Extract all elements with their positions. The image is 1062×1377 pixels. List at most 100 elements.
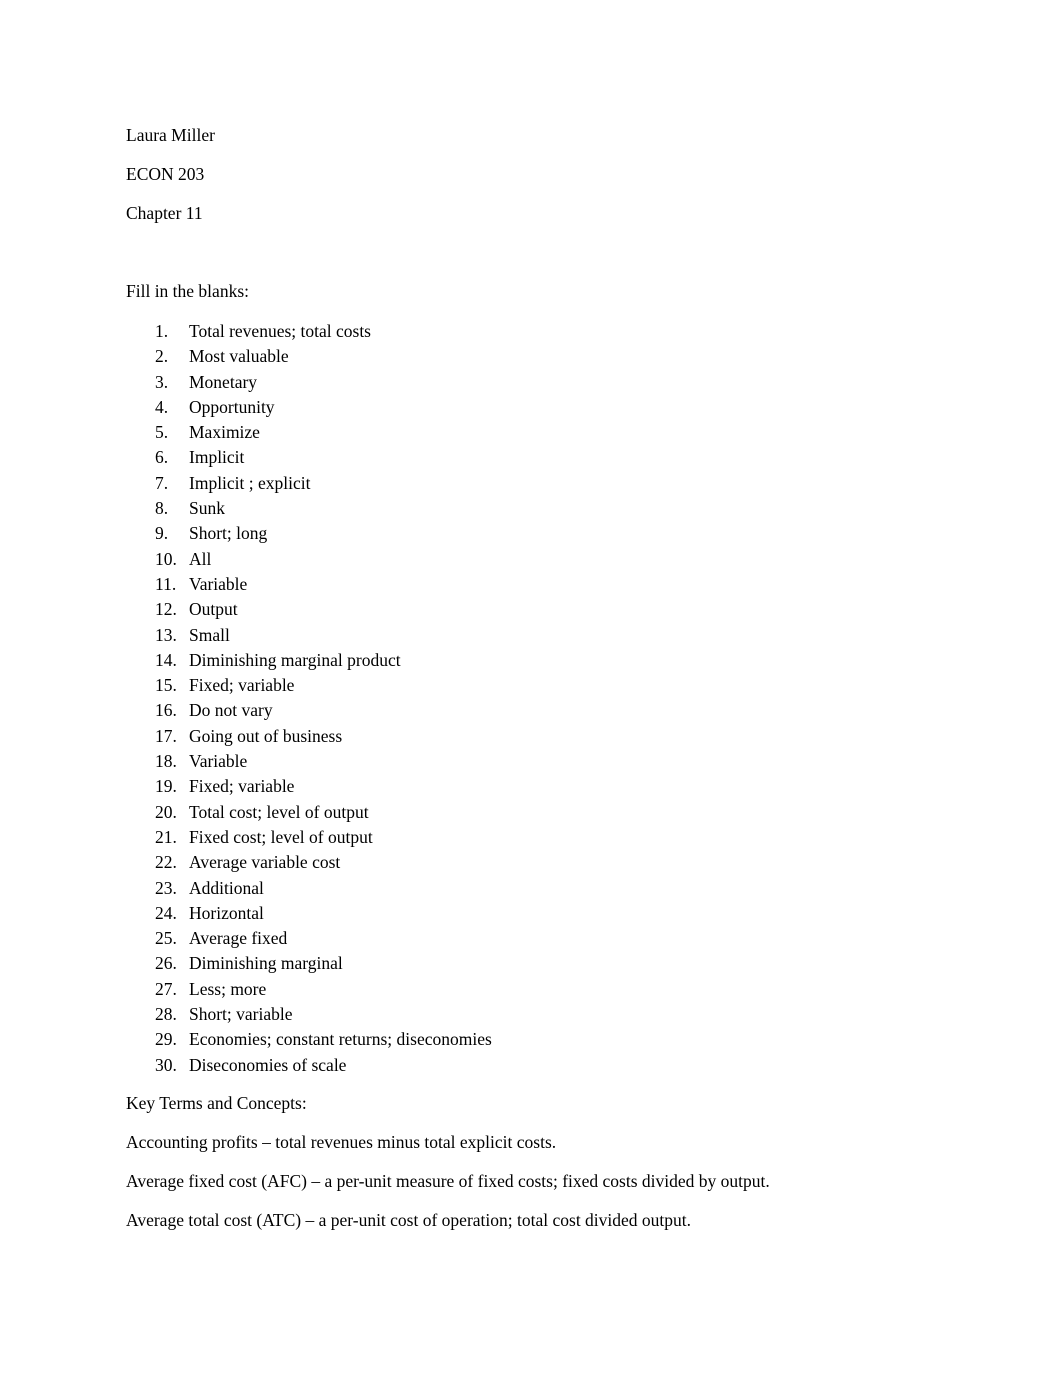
list-item-text: Variable <box>189 573 248 594</box>
list-item-number: 6. <box>155 447 169 468</box>
key-terms-heading: Key Terms and Concepts: <box>126 1092 307 1113</box>
list-item-number: 5. <box>155 422 169 443</box>
list-item: 12. Output <box>126 597 936 622</box>
list-item-text: Small <box>189 624 230 645</box>
list-item-number: 20. <box>155 801 177 822</box>
list-item-number: 28. <box>155 1004 177 1025</box>
list-item-number: 1. <box>155 321 169 341</box>
list-item: 10. All <box>126 547 936 572</box>
list-item: 5. Maximize <box>126 420 936 445</box>
list-bottom-spacer <box>126 1078 936 1092</box>
list-item-text: Less; more <box>189 978 267 999</box>
list-item-text: Short; long <box>189 523 268 544</box>
list-item-number: 21. <box>155 826 177 847</box>
list-item: 8. Sunk <box>126 496 936 521</box>
list-item-number: 4. <box>155 396 169 417</box>
header-block: Laura Miller ECON 203 Chapter 11 <box>126 124 936 224</box>
list-item-number: 27. <box>155 978 177 999</box>
list-item-text: Do not vary <box>189 700 273 721</box>
header-spacer <box>126 241 936 280</box>
list-item-number: 29. <box>155 1029 177 1050</box>
document-page: Laura Miller ECON 203 Chapter 11 Fill in… <box>0 0 1062 1377</box>
list-item-number: 23. <box>155 877 177 898</box>
list-item: 18. Variable <box>126 749 936 774</box>
list-item: 22. Average variable cost <box>126 850 936 875</box>
list-item-number: 12. <box>155 599 177 620</box>
list-item-text: Diminishing marginal <box>189 953 343 974</box>
definition-paragraph: Average fixed cost (AFC) – a per-unit me… <box>126 1170 770 1191</box>
list-item-text: Monetary <box>189 371 258 392</box>
definition-paragraph: Average total cost (ATC) – a per-unit co… <box>126 1209 692 1230</box>
fill-in-the-blanks-heading: Fill in the blanks: <box>126 281 249 301</box>
list-item-text: Short; variable <box>189 1004 293 1025</box>
list-item: 25. Average fixed <box>126 926 936 951</box>
definitions-block: Accounting profits – total revenues minu… <box>126 1131 936 1231</box>
chapter-label: Chapter 11 <box>126 203 203 223</box>
list-item-number: 8. <box>155 498 169 519</box>
list-item-number: 24. <box>155 902 177 923</box>
list-item-number: 18. <box>155 751 177 772</box>
list-item-text: Economies; constant returns; diseconomie… <box>189 1029 492 1050</box>
list-item: 4. Opportunity <box>126 395 936 420</box>
list-item: 19. Fixed; variable <box>126 774 936 799</box>
list-item: 2. Most valuable <box>126 344 936 369</box>
list-item: 17. Going out of business <box>126 724 936 749</box>
list-item-text: Horizontal <box>189 902 264 923</box>
list-item: 9. Short; long <box>126 521 936 546</box>
list-item: 24. Horizontal <box>126 901 936 926</box>
list-item-number: 11. <box>155 573 177 594</box>
list-item-text: Total cost; level of output <box>189 801 369 822</box>
list-item-number: 30. <box>155 1054 177 1075</box>
list-item-text: Going out of business <box>189 725 343 746</box>
list-item-text: Implicit ; explicit <box>189 472 311 493</box>
list-item: 20. Total cost; level of output <box>126 800 936 825</box>
list-item: 14. Diminishing marginal product <box>126 648 936 673</box>
list-item: 1. Total revenues; total costs <box>126 319 936 344</box>
list-item-text: Diminishing marginal product <box>189 649 401 670</box>
list-item-number: 22. <box>155 852 177 873</box>
list-item-text: Most valuable <box>189 346 289 367</box>
list-item: 13. Small <box>126 623 936 648</box>
list-item-text: Opportunity <box>189 396 275 417</box>
list-item-number: 26. <box>155 953 177 974</box>
list-item-text: Output <box>189 599 238 620</box>
list-item-number: 19. <box>155 776 177 797</box>
list-item-text: Fixed; variable <box>189 776 295 797</box>
definition-paragraph: Accounting profits – total revenues minu… <box>126 1131 557 1152</box>
list-item-text: Total revenues; total costs <box>189 321 371 341</box>
list-item: 28. Short; variable <box>126 1002 936 1027</box>
list-item-number: 13. <box>155 624 177 645</box>
list-item-number: 15. <box>155 675 177 696</box>
list-item: 27. Less; more <box>126 977 936 1002</box>
list-item-text: Diseconomies of scale <box>189 1054 347 1075</box>
list-item-number: 25. <box>155 928 177 949</box>
list-item-number: 14. <box>155 649 177 670</box>
list-item-number: 10. <box>155 548 177 569</box>
list-item: 23. Additional <box>126 876 936 901</box>
list-item: 30. Diseconomies of scale <box>126 1053 936 1078</box>
list-item-text: Fixed cost; level of output <box>189 826 373 847</box>
list-item-number: 9. <box>155 523 169 544</box>
list-item-text: Fixed; variable <box>189 675 295 696</box>
list-item: 21. Fixed cost; level of output <box>126 825 936 850</box>
list-item: 16. Do not vary <box>126 698 936 723</box>
author-name: Laura Miller <box>126 125 215 145</box>
list-item: 15. Fixed; variable <box>126 673 936 698</box>
answers-list-block: 1. Total revenues; total costs 2. Most valu… <box>126 319 936 1078</box>
document-body: Laura Miller ECON 203 Chapter 11 Fill in… <box>126 124 936 1248</box>
list-item-number: 16. <box>155 700 177 721</box>
list-item-text: Average variable cost <box>189 852 341 873</box>
list-item-number: 2. <box>155 346 169 367</box>
list-item-text: Additional <box>189 877 264 898</box>
list-item-text: Variable <box>189 751 248 772</box>
list-item: 11. Variable <box>126 572 936 597</box>
list-item: 6. Implicit <box>126 445 936 470</box>
list-item-text: Implicit <box>189 447 245 468</box>
list-item-text: Average fixed <box>189 928 288 949</box>
list-item-text: All <box>189 548 212 569</box>
course-code: ECON 203 <box>126 164 205 184</box>
list-item-number: 3. <box>155 371 169 392</box>
list-item-text: Sunk <box>189 498 225 519</box>
list-item: 3. Monetary <box>126 370 936 395</box>
list-item-text: Maximize <box>189 422 260 443</box>
